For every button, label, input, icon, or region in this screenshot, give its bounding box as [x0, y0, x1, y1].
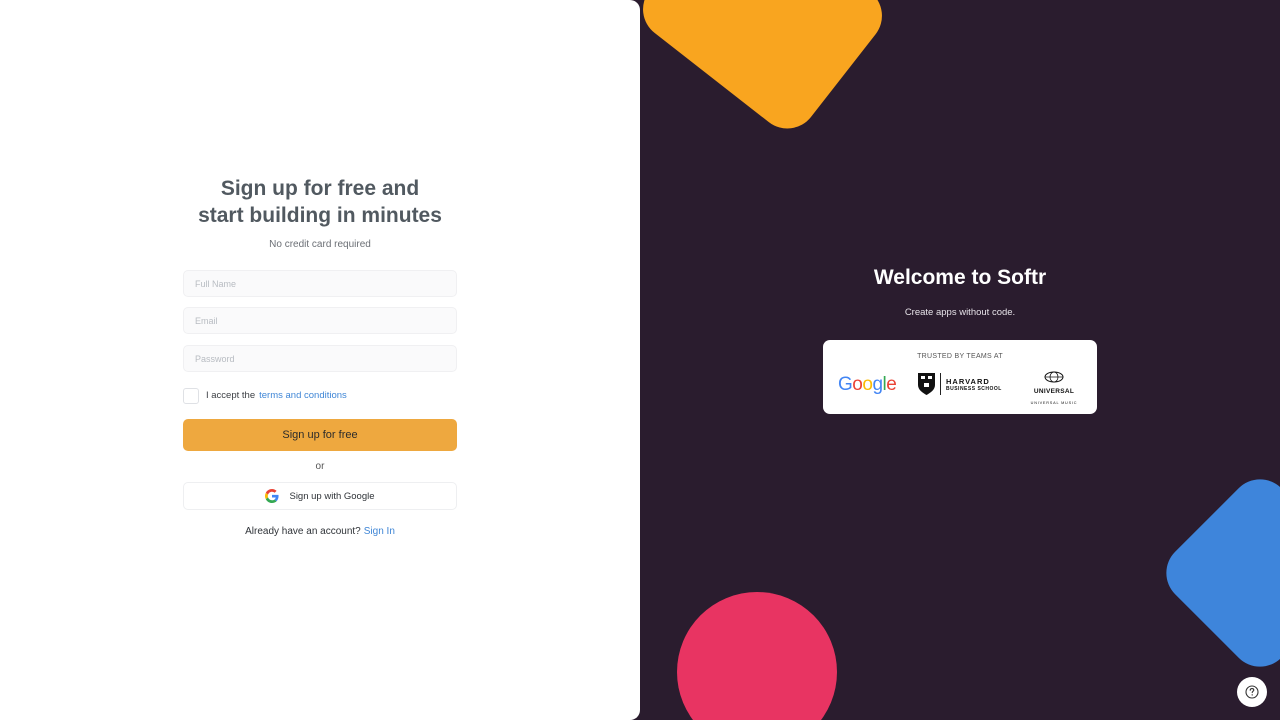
- signup-title-line1: Sign up for free and: [220, 177, 420, 200]
- signin-prompt: Already have an account? Sign In: [183, 526, 457, 537]
- globe-icon: [1044, 371, 1064, 383]
- um-line2: UNIVERSAL MUSIC: [1030, 401, 1078, 405]
- signin-link[interactable]: Sign In: [364, 526, 395, 537]
- terms-checkbox[interactable]: [183, 387, 199, 404]
- accept-label: I accept the: [206, 390, 256, 401]
- welcome-title: Welcome to Softr: [873, 266, 1047, 289]
- signup-subtitle: No credit card required: [269, 239, 371, 250]
- terms-row: I accept the terms and conditions: [183, 387, 347, 404]
- google-signup-button[interactable]: Sign up with Google: [183, 482, 457, 510]
- or-divider: or: [315, 461, 325, 472]
- signup-submit-button[interactable]: Sign up for free: [183, 419, 457, 451]
- question-circle-icon: [1245, 685, 1259, 699]
- hbs-divider: [940, 373, 941, 395]
- terms-link[interactable]: terms and conditions: [259, 390, 347, 401]
- harvard-business-school-logo: HARVARD BUSINESS SCHOOL: [918, 373, 1002, 395]
- decorative-blue-shape: [1153, 466, 1280, 680]
- signup-title: Sign up for free and start building in m…: [143, 175, 497, 229]
- hbs-wordmark: HARVARD BUSINESS SCHOOL: [946, 377, 1002, 392]
- decorative-orange-shape: [630, 0, 895, 141]
- signup-panel: Sign up for free and start building in m…: [0, 0, 640, 720]
- google-signup-label: Sign up with Google: [289, 490, 375, 502]
- trusted-by-card: TRUSTED BY TEAMS AT Google HARVARD BUSIN…: [823, 340, 1097, 414]
- decorative-pink-circle: [677, 592, 837, 720]
- trusted-label: TRUSTED BY TEAMS AT: [917, 353, 1003, 360]
- google-g-icon: [265, 489, 280, 503]
- signup-title-line2: start building in minutes: [198, 204, 442, 227]
- page-root: Sign up for free and start building in m…: [0, 0, 1280, 720]
- password-input[interactable]: [183, 345, 457, 372]
- help-button[interactable]: [1237, 677, 1267, 707]
- already-text: Already have an account?: [245, 526, 361, 537]
- welcome-tagline: Create apps without code.: [904, 307, 1016, 318]
- email-input[interactable]: [183, 307, 457, 334]
- hbs-line2: BUSINESS SCHOOL: [946, 385, 1002, 392]
- hbs-line1: HARVARD: [946, 376, 990, 386]
- um-line1: UNIVERSAL: [1033, 388, 1075, 395]
- universal-music-logo: UNIVERSAL UNIVERSAL MUSIC: [1023, 370, 1085, 405]
- full-name-input[interactable]: [183, 270, 457, 297]
- harvard-shield-icon: [918, 373, 935, 395]
- google-logo: Google: [838, 374, 897, 395]
